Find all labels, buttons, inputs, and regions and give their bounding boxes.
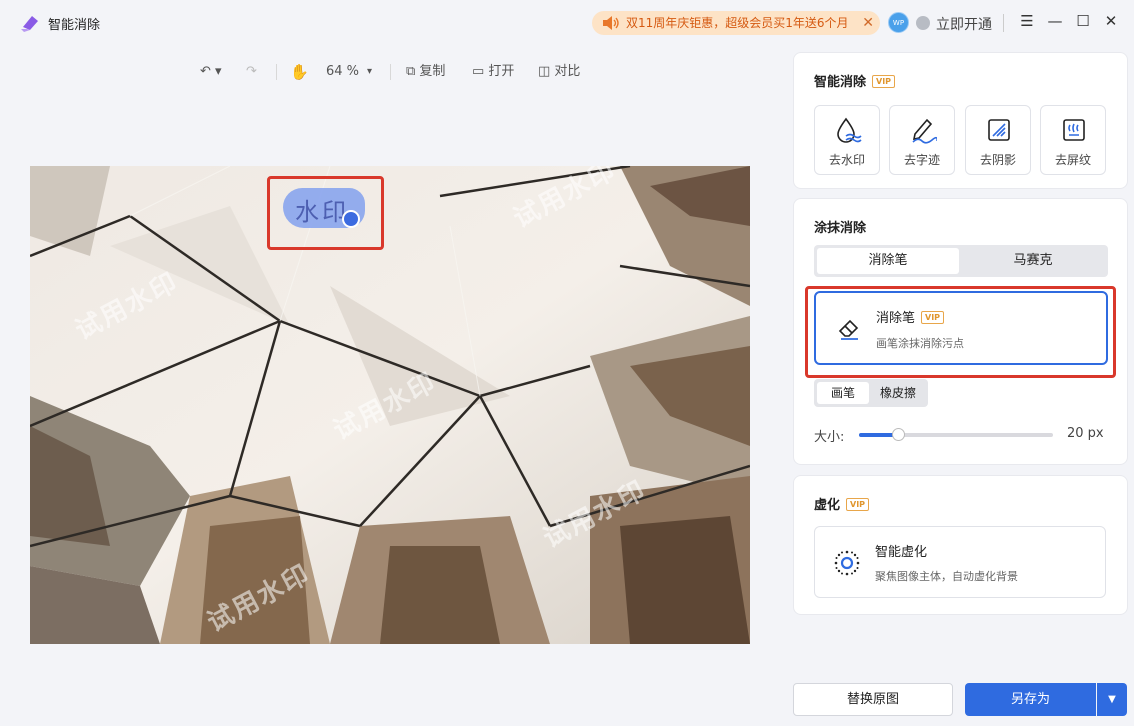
compare-label: 对比 xyxy=(554,64,581,79)
brush-tabs: 消除笔 马赛克 xyxy=(814,245,1108,277)
shadow-icon xyxy=(988,119,1010,141)
tool-label: 去屏纹 xyxy=(1054,153,1091,167)
size-label: 大小: xyxy=(814,430,845,445)
divider xyxy=(1003,14,1004,32)
remove-shadow-button[interactable]: 去阴影 xyxy=(965,105,1031,175)
save-options-chevron-down-icon[interactable]: ▼ xyxy=(1097,683,1127,716)
section-title: 虚化 VIP xyxy=(814,494,870,513)
minimize-icon[interactable]: — xyxy=(1044,10,1066,32)
highlight-box xyxy=(805,286,1116,378)
zoom-level[interactable]: 64 % xyxy=(326,58,359,86)
brush-mode-tabs: 画笔 橡皮擦 xyxy=(814,379,928,407)
image-canvas[interactable]: 试用水印 试用水印 试用水印 试用水印 试用水印 水印 xyxy=(30,166,750,644)
size-value: 20 px xyxy=(1067,426,1104,441)
tool-label: 去字迹 xyxy=(903,153,940,167)
remove-moire-button[interactable]: 去屏纹 xyxy=(1040,105,1106,175)
replace-original-button[interactable]: 替换原图 xyxy=(793,683,953,716)
maximize-icon[interactable]: ☐ xyxy=(1072,10,1094,32)
compare-button[interactable]: ◫ 对比 xyxy=(538,58,580,86)
watermark-drop-icon xyxy=(837,117,862,143)
app-title: 智能消除 xyxy=(48,18,101,33)
copy-label: 复制 xyxy=(419,64,446,79)
smart-blur-name: 智能虚化 xyxy=(875,545,928,560)
hand-tool-icon[interactable]: ✋ xyxy=(290,58,309,86)
undo-icon[interactable]: ↶ ▾ xyxy=(200,58,222,86)
copy-icon: ⧉ xyxy=(406,64,420,79)
promo-text: 双11周年庆钜惠，超级会员买1年送6个月 xyxy=(626,16,849,30)
tab-eraser[interactable]: 橡皮擦 xyxy=(871,382,925,404)
folder-icon: ▭ xyxy=(472,64,489,79)
open-label: 打开 xyxy=(488,64,515,79)
remove-watermark-button[interactable]: 去水印 xyxy=(814,105,880,175)
vip-badge-icon xyxy=(916,16,930,30)
zoom-dropdown-icon[interactable]: ▾ xyxy=(367,58,372,86)
promo-banner[interactable]: 双11周年庆钜惠，超级会员买1年送6个月 ✕ xyxy=(592,11,880,35)
tab-mosaic[interactable]: 马赛克 xyxy=(961,248,1105,274)
save-as-button[interactable]: 另存为 xyxy=(965,683,1096,716)
blur-panel: 虚化 VIP 智能虚化 聚焦图像主体，自动虚化背景 xyxy=(793,475,1128,615)
smart-blur-card[interactable]: 智能虚化 聚焦图像主体，自动虚化背景 xyxy=(814,526,1106,598)
open-button[interactable]: ▭ 打开 xyxy=(472,58,514,86)
editor-toolbar: ↶ ▾ ↷ ✋ 64 % ▾ ⧉ 复制 ▭ 打开 ◫ 对比 xyxy=(190,58,610,86)
slider-handle[interactable] xyxy=(891,428,905,441)
blur-title: 虚化 xyxy=(814,498,841,513)
copy-button[interactable]: ⧉ 复制 xyxy=(406,58,445,86)
menu-icon[interactable]: ☰ xyxy=(1016,10,1038,32)
open-vip-link[interactable]: 立即开通 xyxy=(936,14,992,34)
moire-icon xyxy=(1063,119,1085,141)
speaker-icon xyxy=(603,16,619,30)
avatar[interactable]: WP xyxy=(888,12,909,33)
app-logo-icon xyxy=(21,16,38,32)
compare-icon: ◫ xyxy=(538,64,555,79)
redo-icon[interactable]: ↷ xyxy=(246,58,257,86)
smart-remove-panel: 智能消除 VIP 去水印 去字迹 去阴影 去屏纹 xyxy=(793,52,1128,189)
tab-eraser-pen[interactable]: 消除笔 xyxy=(817,248,959,274)
handwriting-icon xyxy=(912,118,937,144)
tab-brush[interactable]: 画笔 xyxy=(817,382,869,404)
brush-size-slider[interactable] xyxy=(859,428,1053,441)
promo-close-icon[interactable]: ✕ xyxy=(862,11,874,35)
brush-remove-title: 涂抹消除 xyxy=(814,221,867,236)
tool-label: 去阴影 xyxy=(979,153,1016,167)
divider xyxy=(276,64,277,80)
highlight-box xyxy=(267,176,384,250)
title-bar: 智能消除 双11周年庆钜惠，超级会员买1年送6个月 ✕ WP 立即开通 ☰ — … xyxy=(0,0,1134,44)
close-window-icon[interactable]: ✕ xyxy=(1100,10,1122,32)
divider xyxy=(390,64,391,80)
remove-handwriting-button[interactable]: 去字迹 xyxy=(889,105,955,175)
section-title: 智能消除 VIP xyxy=(814,71,896,90)
vip-tag: VIP xyxy=(872,75,896,88)
vip-tag: VIP xyxy=(846,498,870,511)
smart-blur-desc: 聚焦图像主体，自动虚化背景 xyxy=(875,570,1018,583)
focus-blur-icon xyxy=(834,550,860,576)
tool-label: 去水印 xyxy=(828,153,865,167)
smart-remove-title: 智能消除 xyxy=(814,75,867,90)
